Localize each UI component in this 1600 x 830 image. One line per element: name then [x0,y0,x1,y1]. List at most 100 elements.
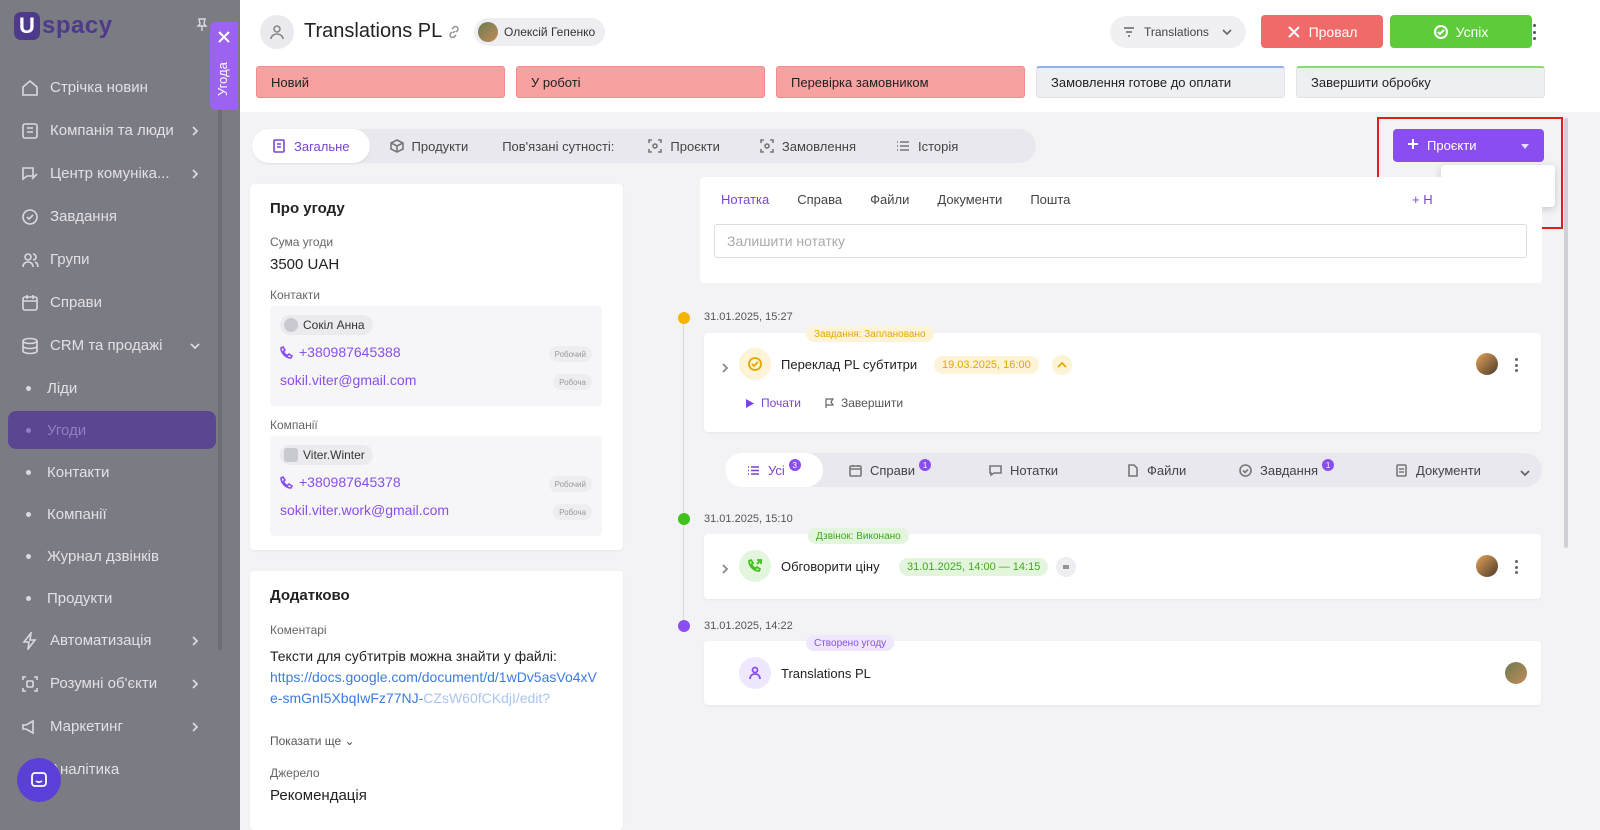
more-menu-icon[interactable] [1515,358,1519,372]
start-task-button[interactable]: Почати [744,396,801,410]
equals-icon[interactable] [1056,557,1076,577]
tab-general[interactable]: Загальне [252,129,370,163]
logo[interactable]: U spacy [14,12,113,40]
tab-history[interactable]: Історія [876,129,978,163]
chevron-right-icon[interactable] [720,360,730,373]
stage-finish[interactable]: Завершити обробку [1296,66,1545,98]
sidebar-item-label: CRM та продажі [50,337,163,354]
funnel-select[interactable]: Translations [1110,16,1246,48]
filter-label: Документи [1416,462,1481,478]
phone-call-icon [739,550,771,582]
contact-box: Сокіл Анна +380987645388 Робочий sokil.v… [270,306,602,406]
sidebar-item-groups[interactable]: Групи [8,238,216,281]
filter-all[interactable]: Усі 3 [725,453,823,487]
owner-chip[interactable]: Олексій Гепенко [474,18,606,46]
link-icon[interactable] [446,24,462,40]
success-button[interactable]: Успіх [1390,15,1532,48]
sidebar-item-smart-objects[interactable]: Розумні об'єкти [8,662,216,705]
avatar[interactable] [1476,353,1498,375]
deal-side-tab[interactable]: Угода [210,22,238,110]
note-tab-files[interactable]: Файли [870,192,909,207]
note-tab-documents[interactable]: Документи [937,192,1002,207]
status-badge: Створено угоду [806,635,895,651]
tab-projects[interactable]: Проєкти [628,129,740,163]
sidebar-sub-call-log[interactable]: Журнал дзвінків [8,535,216,577]
avatar[interactable] [1476,555,1498,577]
sidebar-sub-products[interactable]: Продукти [8,577,216,619]
filter-notes[interactable]: Нотатки [989,453,1058,487]
logo-mark: U [14,12,40,40]
filter-files[interactable]: Файли [1126,453,1186,487]
deal-header: Translations PL Олексій Гепенко Translat… [240,0,1600,112]
sidebar-sub-deals[interactable]: Угоди [8,411,216,449]
tab-products[interactable]: Продукти [370,129,489,163]
chevron-up-icon[interactable] [1052,355,1072,375]
sidebar-sub-leads[interactable]: Ліди [8,367,216,409]
close-icon[interactable] [217,30,231,44]
sidebar-item-tasks[interactable]: Завдання [8,195,216,238]
sidebar-scrollbar[interactable] [218,60,222,650]
sidebar-item-label: Стрічка новин [50,79,148,96]
more-menu-icon[interactable] [1515,560,1519,574]
sidebar-item-crm[interactable]: CRM та продажі [8,324,216,367]
fail-button[interactable]: Провал [1261,15,1383,48]
contact-phone[interactable]: +380987645388 [280,344,401,360]
sidebar-item-label: Центр комуніка... [50,165,170,182]
filter-cases[interactable]: Справи 1 [849,453,932,487]
pin-icon[interactable] [196,18,208,32]
main-scrollbar[interactable] [1564,118,1568,548]
add-note-button[interactable]: + Н [1412,192,1433,207]
chevron-down-icon[interactable] [1520,465,1530,477]
tab-orders[interactable]: Замовлення [740,129,876,163]
sidebar-item-automation[interactable]: Автоматизація [8,619,216,662]
scan-icon [648,139,663,153]
sidebar-item-comm-center[interactable]: Центр комуніка... [8,152,216,195]
bullet-icon [26,511,31,517]
stage-in-progress[interactable]: У роботі [516,66,765,98]
source-value: Рекомендація [270,787,367,804]
filter-documents[interactable]: Документи [1395,453,1481,487]
sidebar-sub-label: Компанії [47,505,107,523]
show-more-label: Показати ще [270,734,342,748]
chevron-right-icon[interactable] [720,561,730,574]
deal-icon [260,15,294,49]
note-tab-note[interactable]: Нотатка [721,192,769,207]
company-chip[interactable]: Viter.Winter [280,445,373,465]
sidebar-item-label: Компанія та люди [50,122,174,139]
user-icon [284,318,298,332]
sidebar-sub-contacts[interactable]: Контакти [8,451,216,493]
note-tab-case[interactable]: Справа [797,192,842,207]
timeline-title[interactable]: Translations PL [781,666,871,681]
sidebar-item-news[interactable]: Стрічка новин [8,66,216,109]
company-name: Viter.Winter [303,448,365,462]
sidebar-item-label: Завдання [50,208,117,225]
sidebar-item-cases[interactable]: Справи [8,281,216,324]
note-tab-mail[interactable]: Пошта [1030,192,1070,207]
show-more-link[interactable]: Показати ще ⌄ [270,734,355,748]
bullet-icon [26,595,31,601]
company-phone[interactable]: +380987645378 [280,474,401,490]
contact-chip[interactable]: Сокіл Анна [280,315,373,335]
support-chat-button[interactable] [17,758,61,802]
stage-customer-review[interactable]: Перевірка замовником [776,66,1025,98]
more-menu-icon[interactable] [1526,22,1542,42]
timeline-title[interactable]: Обговорити ціну [781,559,880,574]
sidebar-sub-companies[interactable]: Компанії [8,493,216,535]
contact-email[interactable]: sokil.viter@gmail.com [280,372,416,388]
sidebar-item-company[interactable]: Компанія та люди [8,109,216,152]
sidebar-sub-label: Журнал дзвінків [47,547,159,565]
filter-label: Усі [768,462,785,478]
chevron-down-icon [1222,29,1232,36]
count-badge: 3 [788,459,801,471]
company-email[interactable]: sokil.viter.work@gmail.com [280,502,449,518]
finish-task-button[interactable]: Завершити [824,396,903,410]
timeline-dot [678,513,690,525]
avatar[interactable] [1505,662,1527,684]
comment-link-faded[interactable]: CZsW60fCKdjI/edit? [423,690,550,706]
timeline-title[interactable]: Переклад PL субтитри [781,357,917,372]
stage-ready-for-payment[interactable]: Замовлення готове до оплати [1036,66,1285,98]
sidebar-item-marketing[interactable]: Маркетинг [8,705,216,748]
stage-new[interactable]: Новий [256,66,505,98]
note-input[interactable]: Залишити нотатку [714,224,1527,258]
filter-tasks[interactable]: Завдання 1 [1239,453,1335,487]
